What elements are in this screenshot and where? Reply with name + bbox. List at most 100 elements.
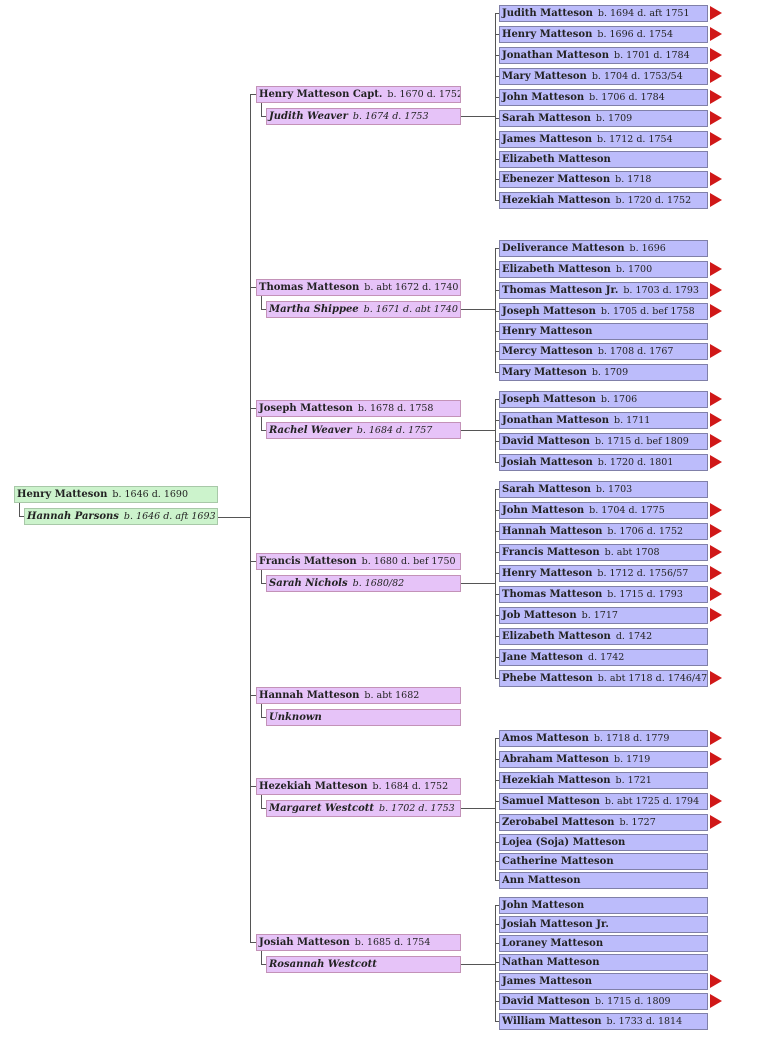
child-box[interactable]: Hannah Matteson b. 1706 d. 1752 bbox=[499, 523, 708, 540]
expand-arrow-icon[interactable] bbox=[710, 392, 722, 406]
expand-arrow-icon[interactable] bbox=[710, 794, 722, 808]
connector-line bbox=[261, 795, 262, 808]
child-box[interactable]: Sarah Matteson b. 1703 bbox=[499, 481, 708, 498]
expand-arrow-icon[interactable] bbox=[710, 731, 722, 745]
expand-arrow-icon[interactable] bbox=[710, 262, 722, 276]
child-box[interactable]: Ebenezer Matteson b. 1718 bbox=[499, 171, 708, 188]
child-box[interactable]: John Matteson bbox=[499, 897, 708, 914]
child-box[interactable]: Jonathan Matteson b. 1701 d. 1784 bbox=[499, 47, 708, 64]
child-box[interactable]: Jane Matteson d. 1742 bbox=[499, 649, 708, 666]
expand-arrow-icon[interactable] bbox=[710, 752, 722, 766]
expand-arrow-icon[interactable] bbox=[710, 974, 722, 988]
expand-arrow-icon[interactable] bbox=[710, 111, 722, 125]
child-box[interactable]: Hezekiah Matteson b. 1720 d. 1752 bbox=[499, 192, 708, 209]
expand-arrow-icon[interactable] bbox=[710, 90, 722, 104]
child-box[interactable]: Amos Matteson b. 1718 d. 1779 bbox=[499, 730, 708, 747]
connector-line bbox=[461, 964, 495, 965]
child-box[interactable]: David Matteson b. 1715 d. 1809 bbox=[499, 993, 708, 1010]
child-box[interactable]: John Matteson b. 1706 d. 1784 bbox=[499, 89, 708, 106]
expand-arrow-icon[interactable] bbox=[710, 6, 722, 20]
child-box[interactable]: Sarah Matteson b. 1709 bbox=[499, 110, 708, 127]
child-box[interactable]: Mercy Matteson b. 1708 d. 1767 bbox=[499, 343, 708, 360]
expand-arrow-icon[interactable] bbox=[710, 283, 722, 297]
child-box[interactable]: James Matteson b. 1712 d. 1754 bbox=[499, 131, 708, 148]
expand-arrow-icon[interactable] bbox=[710, 815, 722, 829]
expand-arrow-icon[interactable] bbox=[710, 69, 722, 83]
child-box[interactable]: Judith Matteson b. 1694 d. aft 1751 bbox=[499, 5, 708, 22]
child-dates: b. 1705 d. bef 1758 bbox=[600, 306, 695, 317]
child-box[interactable]: Mary Matteson b. 1709 bbox=[499, 364, 708, 381]
child-box[interactable]: Zerobabel Matteson b. 1727 bbox=[499, 814, 708, 831]
spouse-box[interactable]: Rachel Weaver b. 1684 d. 1757 bbox=[266, 422, 461, 439]
child-box[interactable]: Josiah Matteson Jr. bbox=[499, 916, 708, 933]
parent-box[interactable]: Henry Matteson Capt. b. 1670 d. 1752 bbox=[256, 86, 461, 103]
expand-arrow-icon[interactable] bbox=[710, 608, 722, 622]
child-box[interactable]: Abraham Matteson b. 1719 bbox=[499, 751, 708, 768]
spouse-box[interactable]: Unknown bbox=[266, 709, 461, 726]
expand-arrow-icon[interactable] bbox=[710, 132, 722, 146]
expand-arrow-icon[interactable] bbox=[710, 994, 722, 1008]
child-box[interactable]: Samuel Matteson b. abt 1725 d. 1794 bbox=[499, 793, 708, 810]
child-box[interactable]: Joseph Matteson b. 1706 bbox=[499, 391, 708, 408]
child-box[interactable]: Elizabeth Matteson bbox=[499, 151, 708, 168]
child-name: Ann Matteson bbox=[502, 875, 581, 886]
child-box[interactable]: Joseph Matteson b. 1705 d. bef 1758 bbox=[499, 303, 708, 320]
parent-box[interactable]: Josiah Matteson b. 1685 d. 1754 bbox=[256, 934, 461, 951]
child-box[interactable]: Elizabeth Matteson b. 1700 bbox=[499, 261, 708, 278]
child-box[interactable]: Henry Matteson b. 1712 d. 1756/57 bbox=[499, 565, 708, 582]
expand-arrow-icon[interactable] bbox=[710, 27, 722, 41]
expand-arrow-icon[interactable] bbox=[710, 304, 722, 318]
child-box[interactable]: Henry Matteson bbox=[499, 323, 708, 340]
spouse-box[interactable]: Margaret Westcott b. 1702 d. 1753 bbox=[266, 800, 461, 817]
child-box[interactable]: Josiah Matteson b. 1720 d. 1801 bbox=[499, 454, 708, 471]
child-box[interactable]: Jonathan Matteson b. 1711 bbox=[499, 412, 708, 429]
expand-arrow-icon[interactable] bbox=[710, 193, 722, 207]
child-name: Abraham Matteson bbox=[502, 754, 610, 765]
child-box[interactable]: Job Matteson b. 1717 bbox=[499, 607, 708, 624]
expand-arrow-icon[interactable] bbox=[710, 172, 722, 186]
child-box[interactable]: Catherine Matteson bbox=[499, 853, 708, 870]
spouse-box[interactable]: Rosannah Westcott bbox=[266, 956, 461, 973]
parent-box[interactable]: Francis Matteson b. 1680 d. bef 1750 bbox=[256, 553, 461, 570]
child-box[interactable]: William Matteson b. 1733 d. 1814 bbox=[499, 1013, 708, 1030]
child-box[interactable]: Francis Matteson b. abt 1708 bbox=[499, 544, 708, 561]
child-box[interactable]: Loraney Matteson bbox=[499, 935, 708, 952]
child-box[interactable]: James Matteson bbox=[499, 973, 708, 990]
root-spouse-box[interactable]: Hannah Parsons b. 1646 d. aft 1693 bbox=[24, 508, 218, 525]
spouse-box[interactable]: Martha Shippee b. 1671 d. abt 1740 bbox=[266, 301, 461, 318]
expand-arrow-icon[interactable] bbox=[710, 524, 722, 538]
child-dates: b. 1712 d. 1756/57 bbox=[597, 568, 689, 579]
expand-arrow-icon[interactable] bbox=[710, 503, 722, 517]
parent-box[interactable]: Joseph Matteson b. 1678 d. 1758 bbox=[256, 400, 461, 417]
child-box[interactable]: Henry Matteson b. 1696 d. 1754 bbox=[499, 26, 708, 43]
child-box[interactable]: Deliverance Matteson b. 1696 bbox=[499, 240, 708, 257]
expand-arrow-icon[interactable] bbox=[710, 455, 722, 469]
spouse-box[interactable]: Judith Weaver b. 1674 d. 1753 bbox=[266, 108, 461, 125]
child-box[interactable]: Hezekiah Matteson b. 1721 bbox=[499, 772, 708, 789]
child-box[interactable]: Phebe Matteson b. abt 1718 d. 1746/47 bbox=[499, 670, 708, 687]
spouse-box[interactable]: Sarah Nichols b. 1680/82 bbox=[266, 575, 461, 592]
child-name: Mary Matteson bbox=[502, 71, 587, 82]
child-box[interactable]: Thomas Matteson Jr. b. 1703 d. 1793 bbox=[499, 282, 708, 299]
child-box[interactable]: Elizabeth Matteson d. 1742 bbox=[499, 628, 708, 645]
expand-arrow-icon[interactable] bbox=[710, 545, 722, 559]
child-dates: b. 1703 bbox=[595, 484, 633, 495]
parent-box[interactable]: Thomas Matteson b. abt 1672 d. 1740 bbox=[256, 279, 461, 296]
parent-box[interactable]: Hannah Matteson b. abt 1682 bbox=[256, 687, 461, 704]
expand-arrow-icon[interactable] bbox=[710, 671, 722, 685]
child-box[interactable]: David Matteson b. 1715 d. bef 1809 bbox=[499, 433, 708, 450]
child-box[interactable]: Mary Matteson b. 1704 d. 1753/54 bbox=[499, 68, 708, 85]
child-box[interactable]: Thomas Matteson b. 1715 d. 1793 bbox=[499, 586, 708, 603]
child-box[interactable]: Lojea (Soja) Matteson bbox=[499, 834, 708, 851]
expand-arrow-icon[interactable] bbox=[710, 566, 722, 580]
expand-arrow-icon[interactable] bbox=[710, 344, 722, 358]
parent-box[interactable]: Hezekiah Matteson b. 1684 d. 1752 bbox=[256, 778, 461, 795]
child-box[interactable]: Nathan Matteson bbox=[499, 954, 708, 971]
root-person-box[interactable]: Henry Matteson b. 1646 d. 1690 bbox=[14, 486, 218, 503]
expand-arrow-icon[interactable] bbox=[710, 434, 722, 448]
child-box[interactable]: Ann Matteson bbox=[499, 872, 708, 889]
child-box[interactable]: John Matteson b. 1704 d. 1775 bbox=[499, 502, 708, 519]
expand-arrow-icon[interactable] bbox=[710, 413, 722, 427]
expand-arrow-icon[interactable] bbox=[710, 587, 722, 601]
expand-arrow-icon[interactable] bbox=[710, 48, 722, 62]
